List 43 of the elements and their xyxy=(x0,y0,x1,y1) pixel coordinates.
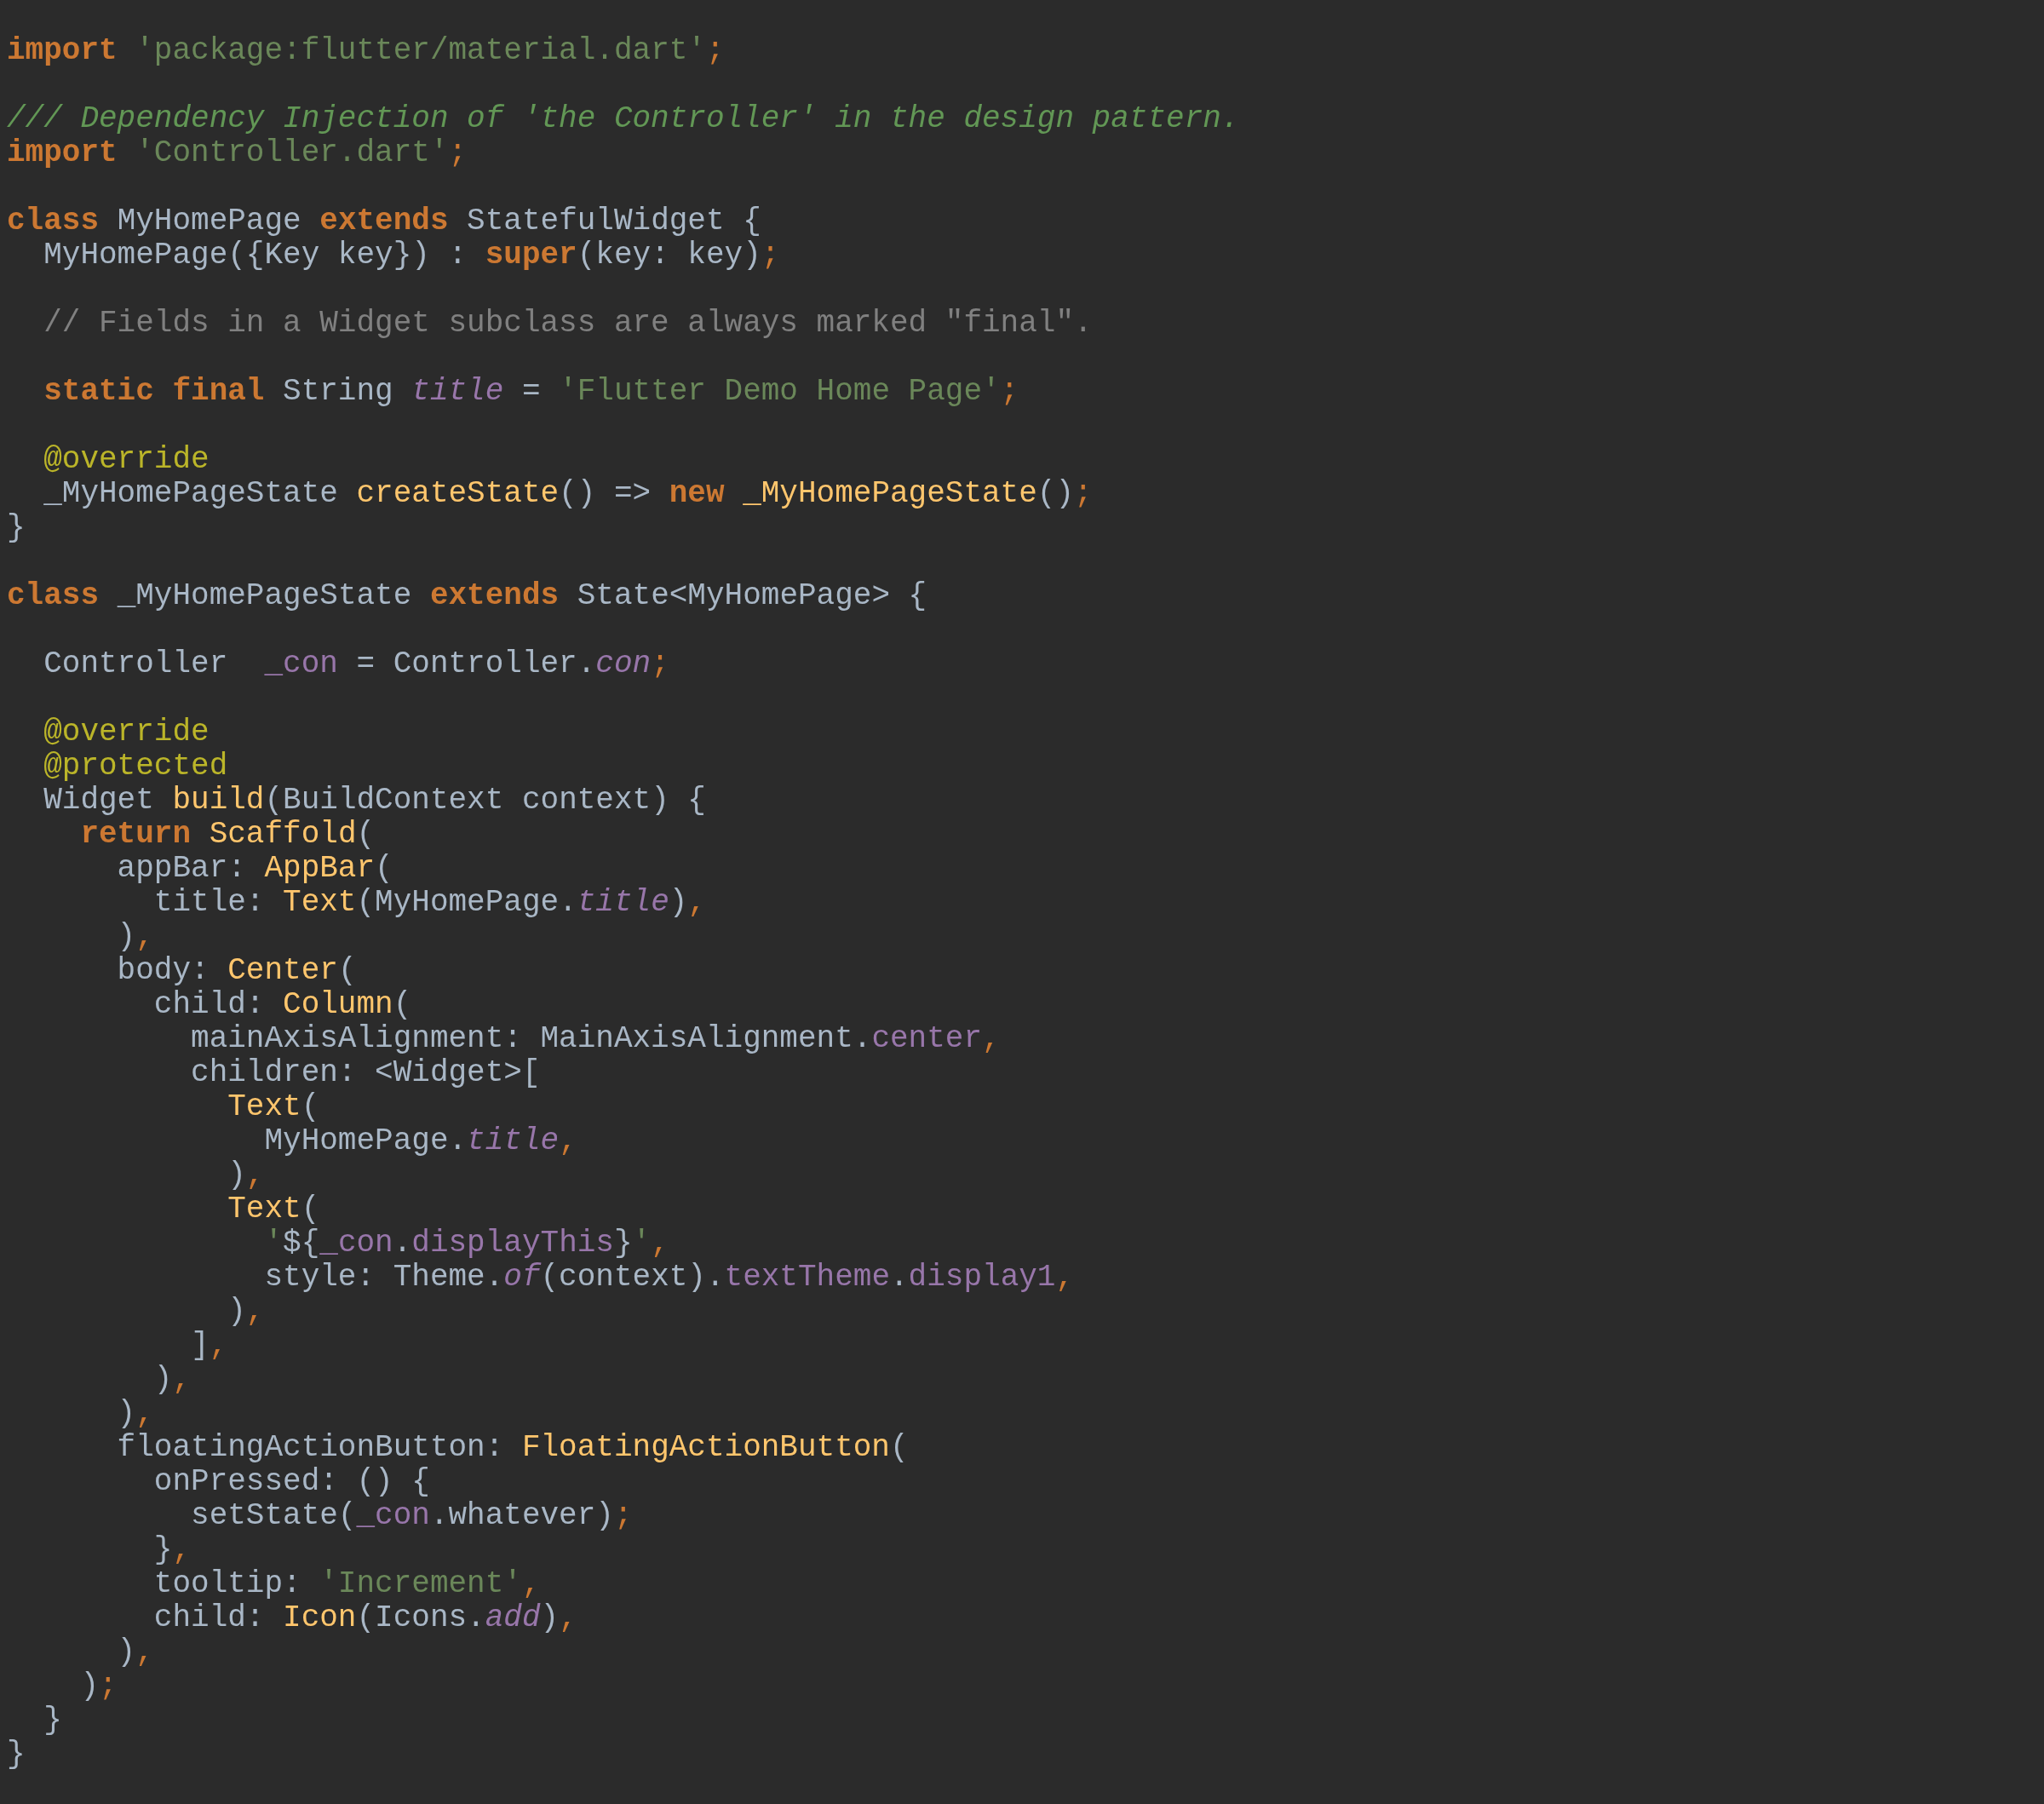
code-line: child: Icon(Icons.add), xyxy=(152,1601,577,1635)
code-line: ], xyxy=(190,1329,228,1363)
code-line: } xyxy=(43,1703,62,1738)
code-line: setState(_con.whatever); xyxy=(190,1499,633,1533)
code-line: @override xyxy=(43,715,210,750)
code-line: _MyHomePageState createState() => new _MyHomePageState(); xyxy=(43,477,1093,511)
code-line: }, xyxy=(152,1533,192,1567)
code-line: class _MyHomePageState extends State<MyHomePage> { xyxy=(7,579,927,613)
code-line: onPressed: () { xyxy=(152,1465,430,1499)
code-line: ); xyxy=(79,1669,118,1703)
code-line: children: <Widget>[ xyxy=(190,1056,541,1090)
code-line: MyHomePage({Key key}) : super(key: key); xyxy=(43,238,780,273)
code-line: ), xyxy=(227,1158,265,1192)
code-line: @override xyxy=(43,443,210,477)
code-line: } xyxy=(7,511,26,545)
code-line: title: Text(MyHomePage.title), xyxy=(152,886,706,920)
code-line: Controller _con = Controller.con; xyxy=(43,647,669,681)
code-line: tooltip: 'Increment', xyxy=(152,1567,541,1601)
code-line: Text( xyxy=(227,1192,320,1227)
code-line: Widget build(BuildContext context) { xyxy=(43,784,706,818)
code-line: mainAxisAlignment: MainAxisAlignment.center, xyxy=(190,1022,1001,1056)
code-line: floatingActionButton: FloatingActionButton( xyxy=(116,1431,909,1465)
code-line: ), xyxy=(152,1363,192,1397)
code-line: // Fields in a Widget subclass are always marked "final". xyxy=(43,307,1093,341)
code-line: } xyxy=(7,1738,26,1772)
code-line: ), xyxy=(116,920,154,954)
code-line: import 'Controller.dart'; xyxy=(7,136,468,170)
code-line: import 'package:flutter/material.dart'; xyxy=(7,34,725,68)
code-line: static final String title = 'Flutter Demo Home Page'; xyxy=(43,375,1019,409)
code-line: ), xyxy=(116,1635,154,1669)
code-line: MyHomePage.title, xyxy=(263,1124,577,1158)
code-line: @protected xyxy=(43,750,228,784)
code-line: ), xyxy=(227,1295,265,1329)
code-line: body: Center( xyxy=(116,954,357,988)
code-line: child: Column( xyxy=(152,988,412,1022)
code-line: /// Dependency Injection of 'the Controller' in the design pattern. xyxy=(7,102,1240,136)
code-line: style: Theme.of(context).textTheme.display1, xyxy=(263,1261,1075,1295)
code-line: class MyHomePage extends StatefulWidget { xyxy=(7,204,761,238)
code-line: ), xyxy=(116,1397,154,1431)
code-line: appBar: AppBar( xyxy=(116,852,393,886)
code-line: return Scaffold( xyxy=(79,818,376,852)
code-line: '${_con.displayThis}', xyxy=(263,1227,669,1261)
code-line: Text( xyxy=(227,1090,320,1124)
